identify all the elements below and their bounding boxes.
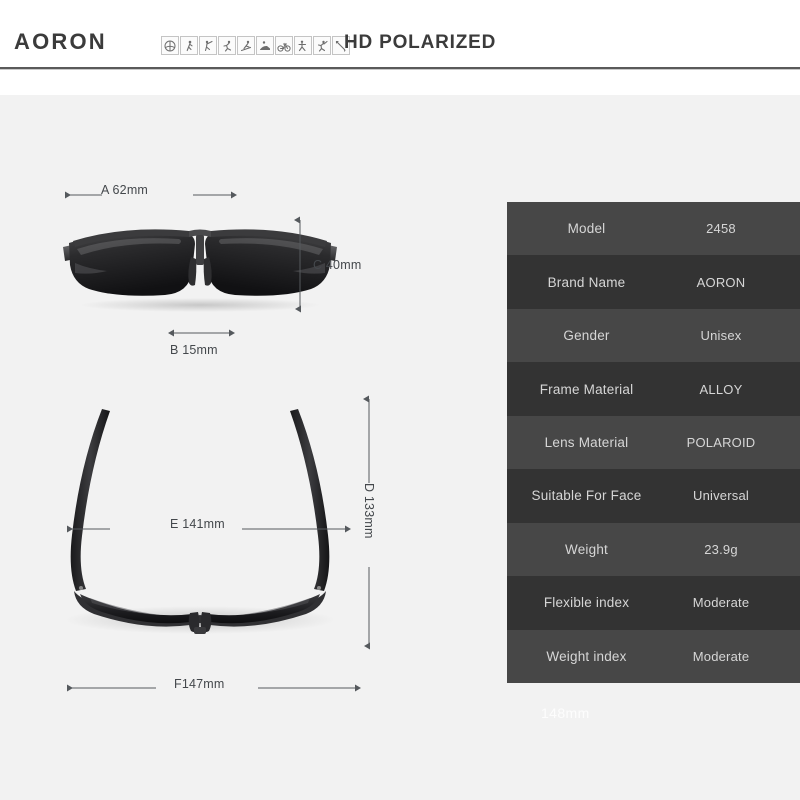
dimension-label-a: A 62mm: [101, 183, 149, 197]
spec-value: Unisex: [700, 328, 742, 344]
table-row: Weight 23.9g: [507, 522, 800, 577]
spec-key: Model: [567, 221, 606, 237]
spec-key: Lens Material: [544, 434, 629, 450]
spec-key: Weight: [565, 541, 608, 557]
dimension-label-e: E 141mm: [170, 517, 225, 531]
spec-key: Brand Name: [547, 274, 626, 290]
top-view-diagram: D 133mm E 141mm F147mm: [0, 385, 500, 800]
table-row: Gender Unisex: [507, 308, 800, 363]
spec-key: Weight index: [546, 648, 627, 664]
product-spec-page: AORON HD POLARIZED A 62mm C 40mm B 15mm …: [0, 0, 800, 800]
table-row: Brand Name AORON: [507, 255, 800, 309]
dimension-label-d: D 133mm: [362, 483, 376, 539]
dimension-label-f: F147mm: [174, 677, 225, 691]
page-title: HD POLARIZED: [344, 32, 497, 53]
running-icon: [218, 36, 236, 55]
spec-key: Suitable For Face: [531, 488, 642, 504]
table-row: Lens Material POLAROID: [507, 415, 800, 470]
header-white-band: [0, 70, 800, 95]
cycling-icon: [275, 36, 293, 55]
spec-value: AORON: [696, 274, 746, 290]
sport-icon-strip: [161, 36, 350, 55]
spec-value: 23.9g: [704, 541, 738, 557]
skiing-icon: [237, 36, 255, 55]
golf-icon: [199, 36, 217, 55]
spec-value: ALLOY: [699, 381, 743, 397]
climbing-icon: [294, 36, 312, 55]
spec-value: Moderate: [692, 648, 750, 664]
spec-key: Flexible index: [543, 595, 630, 611]
walking-icon: [180, 36, 198, 55]
baseball-icon: [313, 36, 331, 55]
specification-table: Model 2458 Brand Name AORON Gender Unise…: [507, 202, 800, 683]
front-view-diagram: A 62mm C 40mm B 15mm: [0, 95, 500, 385]
driving-icon: [256, 36, 274, 55]
spec-value: Universal: [693, 488, 749, 504]
dimension-label-c: C 40mm: [313, 258, 362, 272]
spec-key: Gender: [563, 328, 610, 344]
dimension-arrow-c: [294, 216, 301, 313]
spec-value: Moderate: [692, 595, 750, 611]
table-row: Flexible index Moderate: [507, 576, 800, 630]
watermark-text: 148mm: [541, 705, 590, 721]
dimension-label-b: B 15mm: [170, 343, 218, 357]
spec-key: Frame Material: [539, 381, 634, 397]
brand-logo: AORON: [14, 29, 107, 54]
spec-value: 2458: [706, 221, 736, 237]
table-row: Model 2458: [507, 202, 800, 256]
table-row: Frame Material ALLOY: [507, 362, 800, 416]
dimension-arrow-b: [168, 329, 235, 337]
table-row: Suitable For Face Universal: [507, 469, 800, 523]
sun-uv-icon: [161, 36, 179, 55]
table-row: Weight index Moderate: [507, 629, 800, 683]
spec-value: POLAROID: [686, 434, 756, 450]
